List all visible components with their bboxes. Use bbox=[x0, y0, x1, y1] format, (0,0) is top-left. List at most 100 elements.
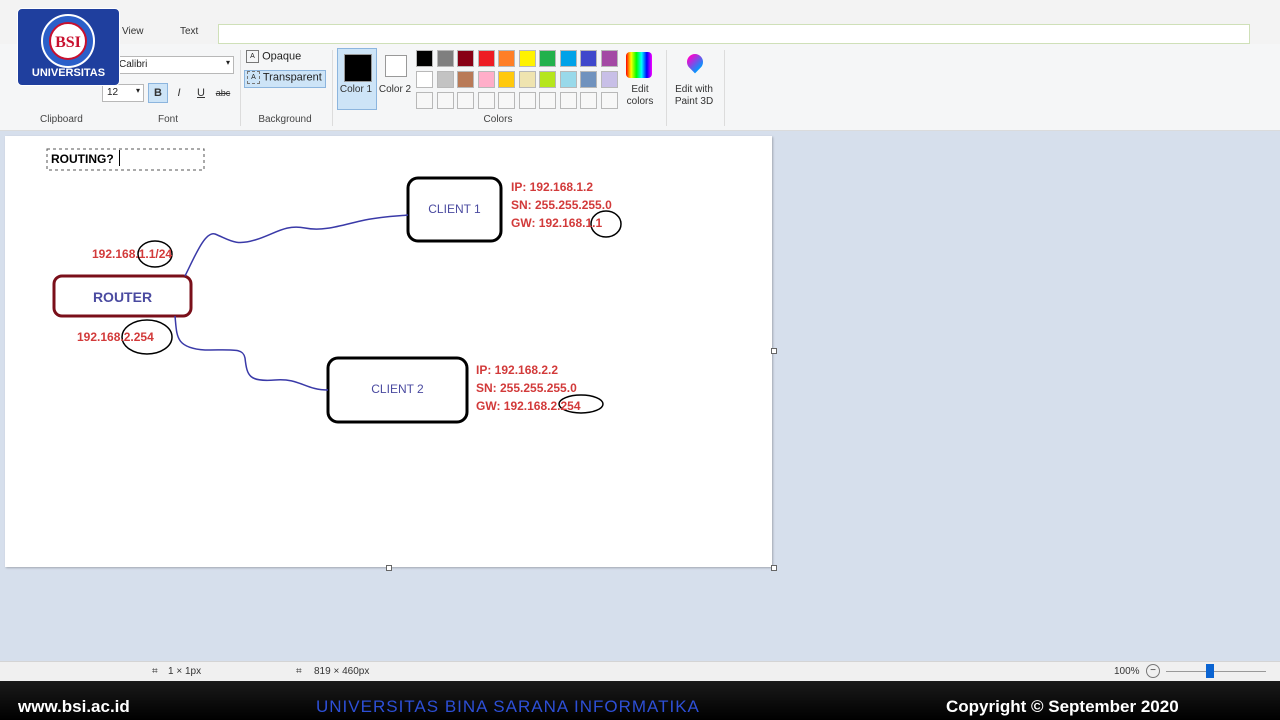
logo-emblem: BSI bbox=[18, 11, 119, 69]
client1-sn: SN: 255.255.255.0 bbox=[511, 198, 612, 212]
opaque-label: Opaque bbox=[262, 50, 301, 62]
color-swatch[interactable] bbox=[478, 71, 495, 88]
client1-ip: IP: 192.168.1.2 bbox=[511, 180, 593, 194]
client2-label: CLIENT 2 bbox=[328, 382, 467, 396]
pixel-position: 1 × 1px bbox=[168, 666, 201, 677]
font-family-value: Calibri bbox=[119, 59, 147, 70]
custom-color-swatch[interactable] bbox=[457, 92, 474, 109]
router-ip2: 192.168.2.254 bbox=[77, 330, 154, 344]
custom-color-swatch[interactable] bbox=[416, 92, 433, 109]
canvas-size: 819 × 460px bbox=[314, 666, 369, 677]
custom-color-swatch[interactable] bbox=[539, 92, 556, 109]
strikethrough-button[interactable]: abc bbox=[214, 84, 232, 102]
link-router-client2 bbox=[175, 316, 328, 390]
status-bar: ⌗ 1 × 1px ⌗ 819 × 460px 100% − bbox=[0, 661, 1280, 682]
client2-ip: IP: 192.168.2.2 bbox=[476, 363, 558, 377]
chevron-down-icon: ▾ bbox=[226, 58, 230, 67]
tab-strip-area bbox=[218, 24, 1250, 44]
canvas-resize-handle-corner[interactable] bbox=[771, 565, 777, 571]
color1-button[interactable] bbox=[337, 48, 377, 110]
color-swatch[interactable] bbox=[519, 71, 536, 88]
color-swatch[interactable] bbox=[560, 71, 577, 88]
svg-text:BSI: BSI bbox=[55, 34, 81, 51]
font-size-select[interactable]: 12 ▾ bbox=[102, 84, 144, 102]
custom-color-swatch[interactable] bbox=[437, 92, 454, 109]
color2-label: Color 2 bbox=[376, 84, 414, 96]
edit-colors-icon[interactable] bbox=[626, 52, 652, 78]
font-family-select[interactable]: Calibri ▾ bbox=[102, 56, 234, 74]
color-swatch[interactable] bbox=[437, 71, 454, 88]
custom-color-swatch[interactable] bbox=[478, 92, 495, 109]
bold-button[interactable]: B bbox=[148, 83, 168, 103]
color-swatch[interactable] bbox=[580, 50, 597, 67]
color-swatch[interactable] bbox=[457, 50, 474, 67]
university-logo: BSI UNIVERSITAS bbox=[17, 8, 120, 86]
color1-label: Color 1 bbox=[337, 84, 375, 96]
background-group-label: Background bbox=[245, 114, 325, 125]
zoom-slider-thumb[interactable] bbox=[1206, 664, 1214, 678]
router-ip1: 192.168.1.1/24 bbox=[92, 247, 172, 261]
color-swatch[interactable] bbox=[416, 50, 433, 67]
drawing-canvas[interactable]: ROUTING? ROUTER CLIENT 1 CLIENT 2 192.16… bbox=[5, 136, 772, 567]
zoom-level: 100% bbox=[1114, 666, 1140, 677]
custom-color-swatch[interactable] bbox=[560, 92, 577, 109]
client2-sn: SN: 255.255.255.0 bbox=[476, 381, 577, 395]
custom-color-swatch[interactable] bbox=[580, 92, 597, 109]
color-swatch[interactable] bbox=[437, 50, 454, 67]
drawing-lines bbox=[5, 136, 772, 567]
color-swatch[interactable] bbox=[457, 71, 474, 88]
color-swatch[interactable] bbox=[498, 50, 515, 67]
transparent-icon: A bbox=[247, 71, 260, 84]
title-text[interactable]: ROUTING? bbox=[51, 152, 114, 166]
custom-color-swatch[interactable] bbox=[601, 92, 618, 109]
zoom-slider-track[interactable] bbox=[1166, 671, 1266, 672]
chevron-down-icon: ▾ bbox=[136, 86, 140, 95]
router-label: ROUTER bbox=[54, 289, 191, 305]
footer-website: www.bsi.ac.id bbox=[18, 697, 130, 717]
underline-button[interactable]: U bbox=[192, 84, 210, 102]
zoom-out-icon[interactable]: − bbox=[1146, 664, 1160, 678]
color-swatch[interactable] bbox=[601, 71, 618, 88]
paint3d-label[interactable]: Edit with Paint 3D bbox=[666, 84, 722, 108]
color2-button[interactable] bbox=[385, 55, 407, 77]
group-separator bbox=[666, 50, 667, 126]
color-swatch[interactable] bbox=[539, 50, 556, 67]
group-separator bbox=[332, 50, 333, 126]
italic-button[interactable]: I bbox=[170, 84, 188, 102]
footer-copyright: Copyright © September 2020 bbox=[946, 697, 1179, 717]
color-swatch[interactable] bbox=[498, 71, 515, 88]
color-swatch[interactable] bbox=[580, 71, 597, 88]
canvas-resize-handle-bottom[interactable] bbox=[386, 565, 392, 571]
edit-colors-label[interactable]: Edit colors bbox=[618, 84, 662, 108]
color-swatch[interactable] bbox=[560, 50, 577, 67]
paint3d-icon[interactable] bbox=[684, 52, 706, 78]
canvas-size-icon: ⌗ bbox=[296, 666, 302, 677]
custom-color-swatch[interactable] bbox=[519, 92, 536, 109]
font-size-value: 12 bbox=[107, 87, 118, 98]
color-swatch[interactable] bbox=[478, 50, 495, 67]
tab-text[interactable]: Text bbox=[180, 26, 198, 37]
color-swatch[interactable] bbox=[416, 71, 433, 88]
opaque-icon: A bbox=[246, 50, 259, 63]
transparent-label: Transparent bbox=[263, 71, 322, 83]
selection-icon: ⌗ bbox=[152, 666, 158, 677]
color-swatch[interactable] bbox=[519, 50, 536, 67]
color1-swatch bbox=[344, 54, 372, 82]
transparent-button[interactable]: A Transparent bbox=[244, 70, 326, 88]
group-separator bbox=[240, 50, 241, 126]
group-separator bbox=[724, 50, 725, 126]
client1-gw: GW: 192.168.1.1 bbox=[511, 216, 602, 230]
client2-gw: GW: 192.168.2.254 bbox=[476, 399, 581, 413]
opaque-button[interactable]: A Opaque bbox=[246, 50, 326, 66]
canvas-resize-handle-right[interactable] bbox=[771, 348, 777, 354]
footer-university-name: UNIVERSITAS BINA SARANA INFORMATIKA bbox=[316, 697, 700, 717]
tab-view[interactable]: View bbox=[122, 26, 144, 37]
link-router-client1 bbox=[185, 215, 408, 276]
color-swatch[interactable] bbox=[539, 71, 556, 88]
custom-color-swatch[interactable] bbox=[498, 92, 515, 109]
client1-label: CLIENT 1 bbox=[408, 202, 501, 216]
font-group-label: Font bbox=[148, 114, 188, 125]
colors-group-label: Colors bbox=[470, 114, 526, 125]
logo-text: UNIVERSITAS bbox=[18, 67, 119, 79]
color-swatch[interactable] bbox=[601, 50, 618, 67]
